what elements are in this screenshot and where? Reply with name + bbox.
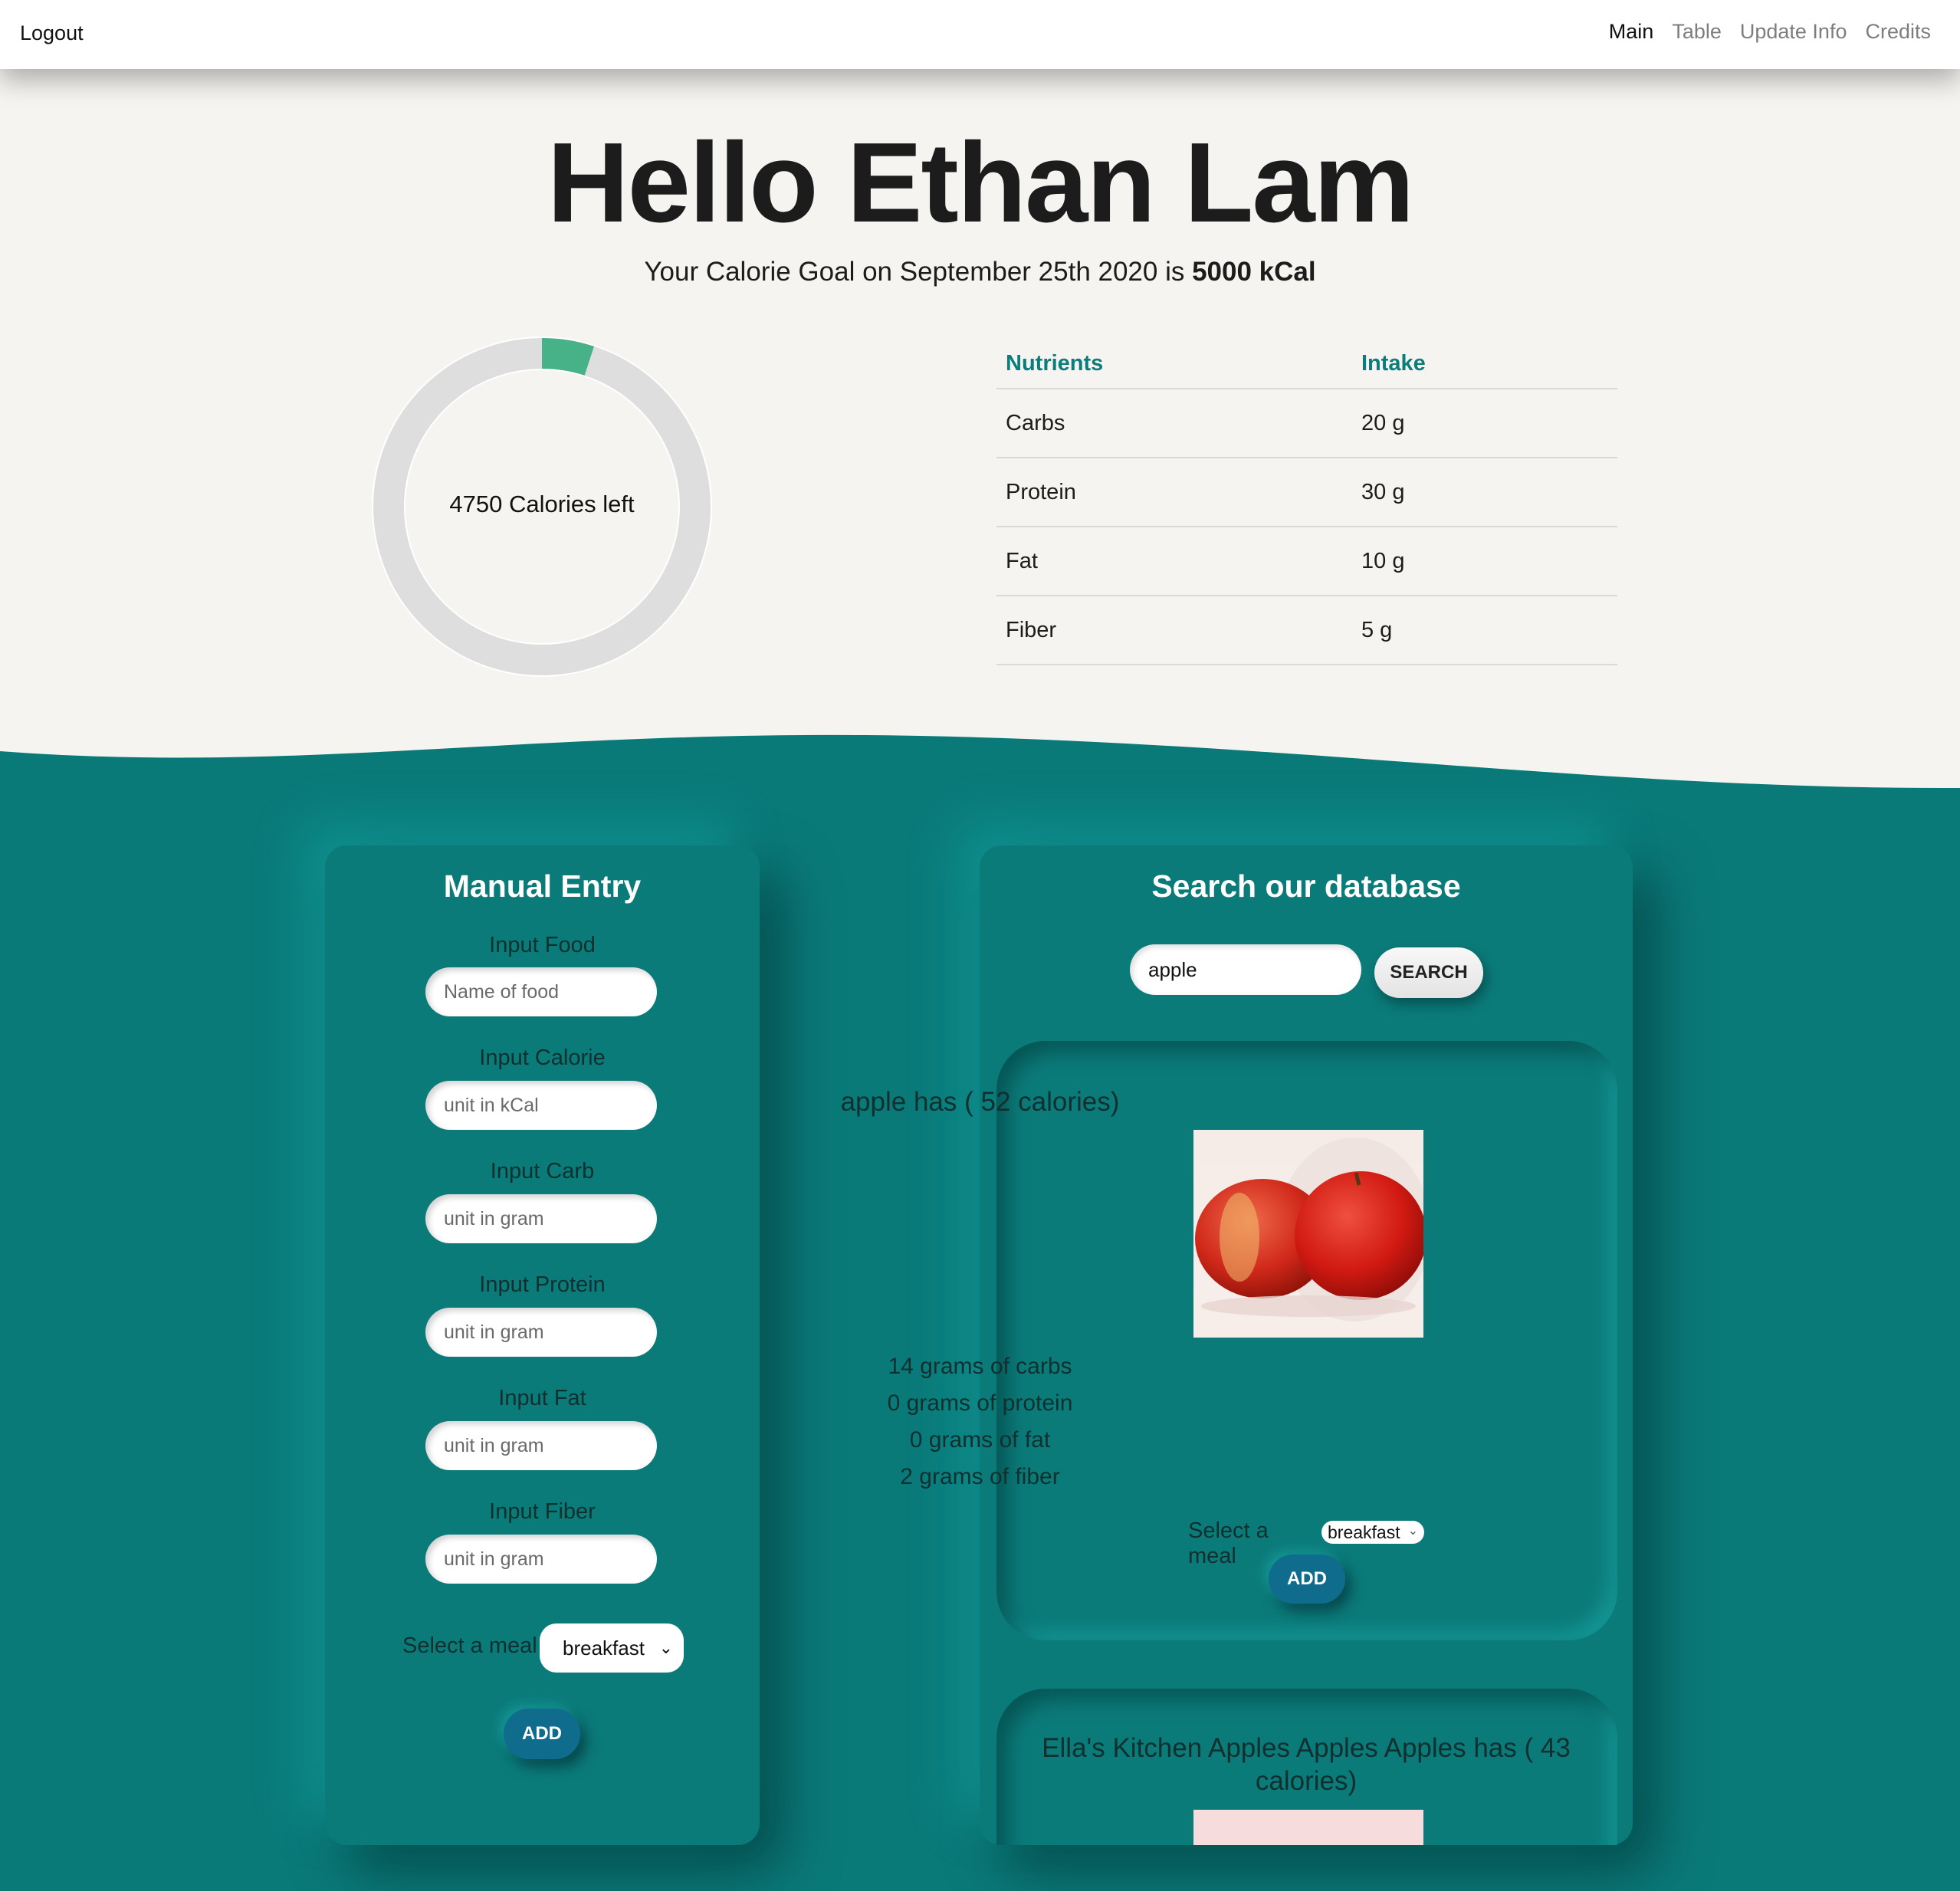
input-food-label: Input Food	[489, 933, 596, 957]
nutrients-table: Nutrients Intake Carbs 20 g Protein 30 g…	[996, 339, 1617, 665]
food-name-input[interactable]	[425, 967, 657, 1016]
logout-link[interactable]: Logout	[20, 21, 84, 45]
select-meal-label: Select a meal	[402, 1633, 537, 1658]
goal-value: 5000 kCal	[1192, 257, 1316, 287]
table-row: Fiber 5 g	[996, 596, 1617, 665]
search-results-scroll[interactable]: Ella's Kitchen Apples Apples Apples has …	[980, 845, 1633, 1845]
col-header-nutrients: Nutrients	[996, 339, 1352, 389]
calories-left-label: 4750 Calories left	[449, 491, 635, 517]
nav-link-credits[interactable]: Credits	[1865, 20, 1931, 44]
nav-links: Main Table Update Info Credits	[1609, 20, 1931, 44]
result-title-line1: Ella's Kitchen Apples Apples Apples has …	[1042, 1733, 1571, 1763]
protein-input[interactable]	[425, 1308, 657, 1357]
goal-prefix: Your Calorie Goal on September 25th 2020…	[644, 257, 1193, 287]
chevron-down-icon: ⌄	[658, 1638, 673, 1657]
meal-select[interactable]: breakfast ⌄	[540, 1623, 684, 1673]
greeting-heading: Hello Ethan Lam	[547, 120, 1415, 246]
meal-select-value: breakfast	[563, 1637, 645, 1660]
manual-entry-title: Manual Entry	[443, 868, 642, 904]
nutrient-name: Protein	[996, 458, 1352, 527]
nutrient-name: Fiber	[996, 596, 1352, 665]
result-title-line2: calories)	[1255, 1766, 1358, 1796]
nutrient-intake: 20 g	[1352, 389, 1617, 458]
manual-add-button[interactable]: ADD	[504, 1709, 580, 1759]
nutrient-name: Carbs	[996, 389, 1352, 458]
input-fiber-label: Input Fiber	[489, 1499, 596, 1524]
table-header-row: Nutrients Intake	[996, 339, 1617, 389]
col-header-intake: Intake	[1352, 339, 1617, 389]
donut-consumed-arc	[541, 337, 595, 376]
carb-input[interactable]	[425, 1194, 657, 1243]
input-carb-label: Input Carb	[490, 1159, 595, 1184]
navbar: Logout Main Table Update Info Credits	[0, 0, 1960, 69]
ellas-kitchen-image	[1193, 1810, 1423, 1845]
input-calorie-label: Input Calorie	[479, 1046, 606, 1070]
table-row: Carbs 20 g	[996, 389, 1617, 458]
nav-link-update-info[interactable]: Update Info	[1740, 20, 1847, 44]
nav-link-table[interactable]: Table	[1672, 20, 1722, 44]
nutrient-intake: 30 g	[1352, 458, 1617, 527]
nutrient-name: Fat	[996, 527, 1352, 596]
table-row: Fat 10 g	[996, 527, 1617, 596]
nutrient-intake: 10 g	[1352, 527, 1617, 596]
calorie-goal-text: Your Calorie Goal on September 25th 2020…	[0, 257, 1960, 287]
nav-link-main[interactable]: Main	[1609, 20, 1654, 44]
fiber-input[interactable]	[425, 1535, 657, 1584]
table-row: Protein 30 g	[996, 458, 1617, 527]
nutrient-intake: 5 g	[1352, 596, 1617, 665]
input-protein-label: Input Protein	[479, 1272, 606, 1297]
